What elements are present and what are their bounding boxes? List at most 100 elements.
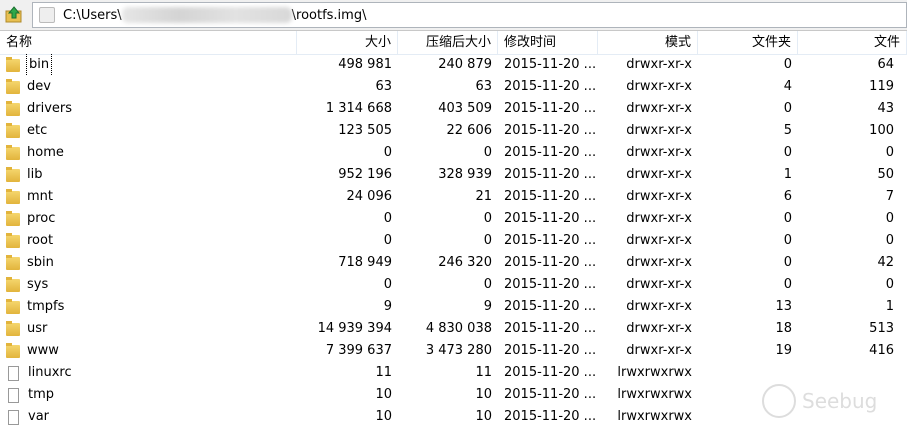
cell-mode: drwxr-xr-x [626,211,692,226]
cell-size: 24 096 [346,189,393,204]
cell-size: 7 399 637 [325,343,392,358]
cell-packed: 11 [475,365,492,380]
table-row[interactable]: usr 14 939 394 4 830 038 2015-11-20 ... drwx… [0,318,907,340]
folder-icon [6,100,20,116]
file-icon [8,409,19,425]
column-modified[interactable]: 修改时间 [498,31,598,54]
folder-icon [6,210,20,226]
cell-folders: 19 [775,343,792,358]
cell-files: 100 [869,123,894,138]
cell-mtime: 2015-11-20 ... [504,343,597,358]
cell-files: 0 [885,233,894,248]
item-name: root [27,233,54,248]
item-name: etc [27,123,48,138]
folder-icon [6,320,20,336]
table-row[interactable]: sbin 718 949 246 320 2015-11-20 ... drwxr-xr… [0,252,907,274]
cell-size: 123 505 [338,123,392,138]
table-row[interactable]: drivers 1 314 668 403 509 2015-11-20 ... drw… [0,98,907,120]
column-folders[interactable]: 文件夹 [698,31,798,54]
folder-icon [6,166,20,182]
cell-folders: 0 [783,255,792,270]
table-row[interactable]: home 0 0 2015-11-20 ... drwxr-xr-x 0 0 [0,142,907,164]
cell-mode: drwxr-xr-x [626,167,692,182]
item-name: proc [27,211,56,226]
cell-mtime: 2015-11-20 ... [504,211,597,226]
cell-size: 0 [383,233,392,248]
item-name: sbin [27,255,54,270]
cell-packed: 10 [475,387,492,402]
folder-icon [6,276,20,292]
table-row[interactable]: linuxrc 11 11 2015-11-20 ... lrwxrwxrwx [0,362,907,384]
item-name: drivers [27,101,73,116]
cell-mtime: 2015-11-20 ... [504,277,597,292]
cell-files: 416 [869,343,894,358]
cell-folders: 6 [783,189,792,204]
folder-icon [6,56,20,72]
item-name: sys [27,277,49,292]
cell-mode: lrwxrwxrwx [617,409,692,424]
cell-folders: 0 [783,211,792,226]
column-size[interactable]: 大小 [297,31,398,54]
table-row[interactable]: etc 123 505 22 606 2015-11-20 ... drwxr-xr-x… [0,120,907,142]
folder-icon [6,144,20,160]
cell-files: 43 [877,101,894,116]
cell-packed: 4 830 038 [425,321,492,336]
table-row[interactable]: root 0 0 2015-11-20 ... drwxr-xr-x 0 0 [0,230,907,252]
cell-mode: drwxr-xr-x [626,321,692,336]
cell-size: 0 [383,211,392,226]
cell-name: mnt [0,186,297,208]
up-folder-icon[interactable] [5,5,23,23]
folder-icon [6,78,20,94]
cell-mtime: 2015-11-20 ... [504,101,597,116]
cell-packed: 246 320 [438,255,492,270]
table-row[interactable]: lib 952 196 328 939 2015-11-20 ... drwxr-xr-… [0,164,907,186]
cell-size: 498 981 [338,57,392,72]
table-row[interactable]: mnt 24 096 21 2015-11-20 ... drwxr-xr-x 6 7 [0,186,907,208]
table-row[interactable]: proc 0 0 2015-11-20 ... drwxr-xr-x 0 0 [0,208,907,230]
cell-name: sys [0,274,297,296]
cell-mode: drwxr-xr-x [626,343,692,358]
table-row[interactable]: sys 0 0 2015-11-20 ... drwxr-xr-x 0 0 [0,274,907,296]
file-icon [8,387,19,403]
item-name: linuxrc [28,365,72,380]
cell-folders: 4 [783,79,792,94]
cell-folders: 1 [783,167,792,182]
address-bar[interactable]: C:\Users\ \rootfs.img\ [32,2,907,28]
cell-packed: 9 [483,299,492,314]
cell-files: 119 [869,79,894,94]
cell-name: tmpfs [0,296,297,318]
cell-folders: 0 [783,57,792,72]
cell-name: sbin [0,252,297,274]
folder-icon [6,188,20,204]
item-name: bin [25,54,53,76]
cell-folders: 13 [775,299,792,314]
column-files[interactable]: 文件 [798,31,907,54]
folder-icon [6,122,20,138]
folder-icon [6,232,20,248]
column-mode[interactable]: 模式 [598,31,698,54]
column-header: 名称 大小 压缩后大小 修改时间 模式 文件夹 文件 [0,31,907,55]
cell-mode: drwxr-xr-x [626,233,692,248]
cell-mode: drwxr-xr-x [626,189,692,204]
table-row[interactable]: tmpfs 9 9 2015-11-20 ... drwxr-xr-x 13 1 [0,296,907,318]
column-name[interactable]: 名称 [0,31,297,54]
cell-folders: 0 [783,233,792,248]
table-row[interactable]: www 7 399 637 3 473 280 2015-11-20 ... drwxr… [0,340,907,362]
cell-packed: 0 [483,145,492,160]
cell-mtime: 2015-11-20 ... [504,365,597,380]
cell-files: 513 [869,321,894,336]
cell-size: 0 [383,277,392,292]
cell-size: 14 939 394 [317,321,392,336]
cell-name: home [0,142,297,164]
drive-icon [39,7,55,23]
cell-size: 11 [375,365,392,380]
table-row[interactable]: dev 63 63 2015-11-20 ... drwxr-xr-x 4 119 [0,76,907,98]
column-packed-size[interactable]: 压缩后大小 [398,31,498,54]
cell-files [798,362,907,384]
cell-files: 7 [885,189,894,204]
cell-name: drivers [0,98,297,120]
cell-mode: drwxr-xr-x [626,255,692,270]
item-name: var [28,409,50,424]
table-row[interactable]: bin 498 981 240 879 2015-11-20 ... drwxr-xr-… [0,54,907,76]
cell-mtime: 2015-11-20 ... [504,233,597,248]
